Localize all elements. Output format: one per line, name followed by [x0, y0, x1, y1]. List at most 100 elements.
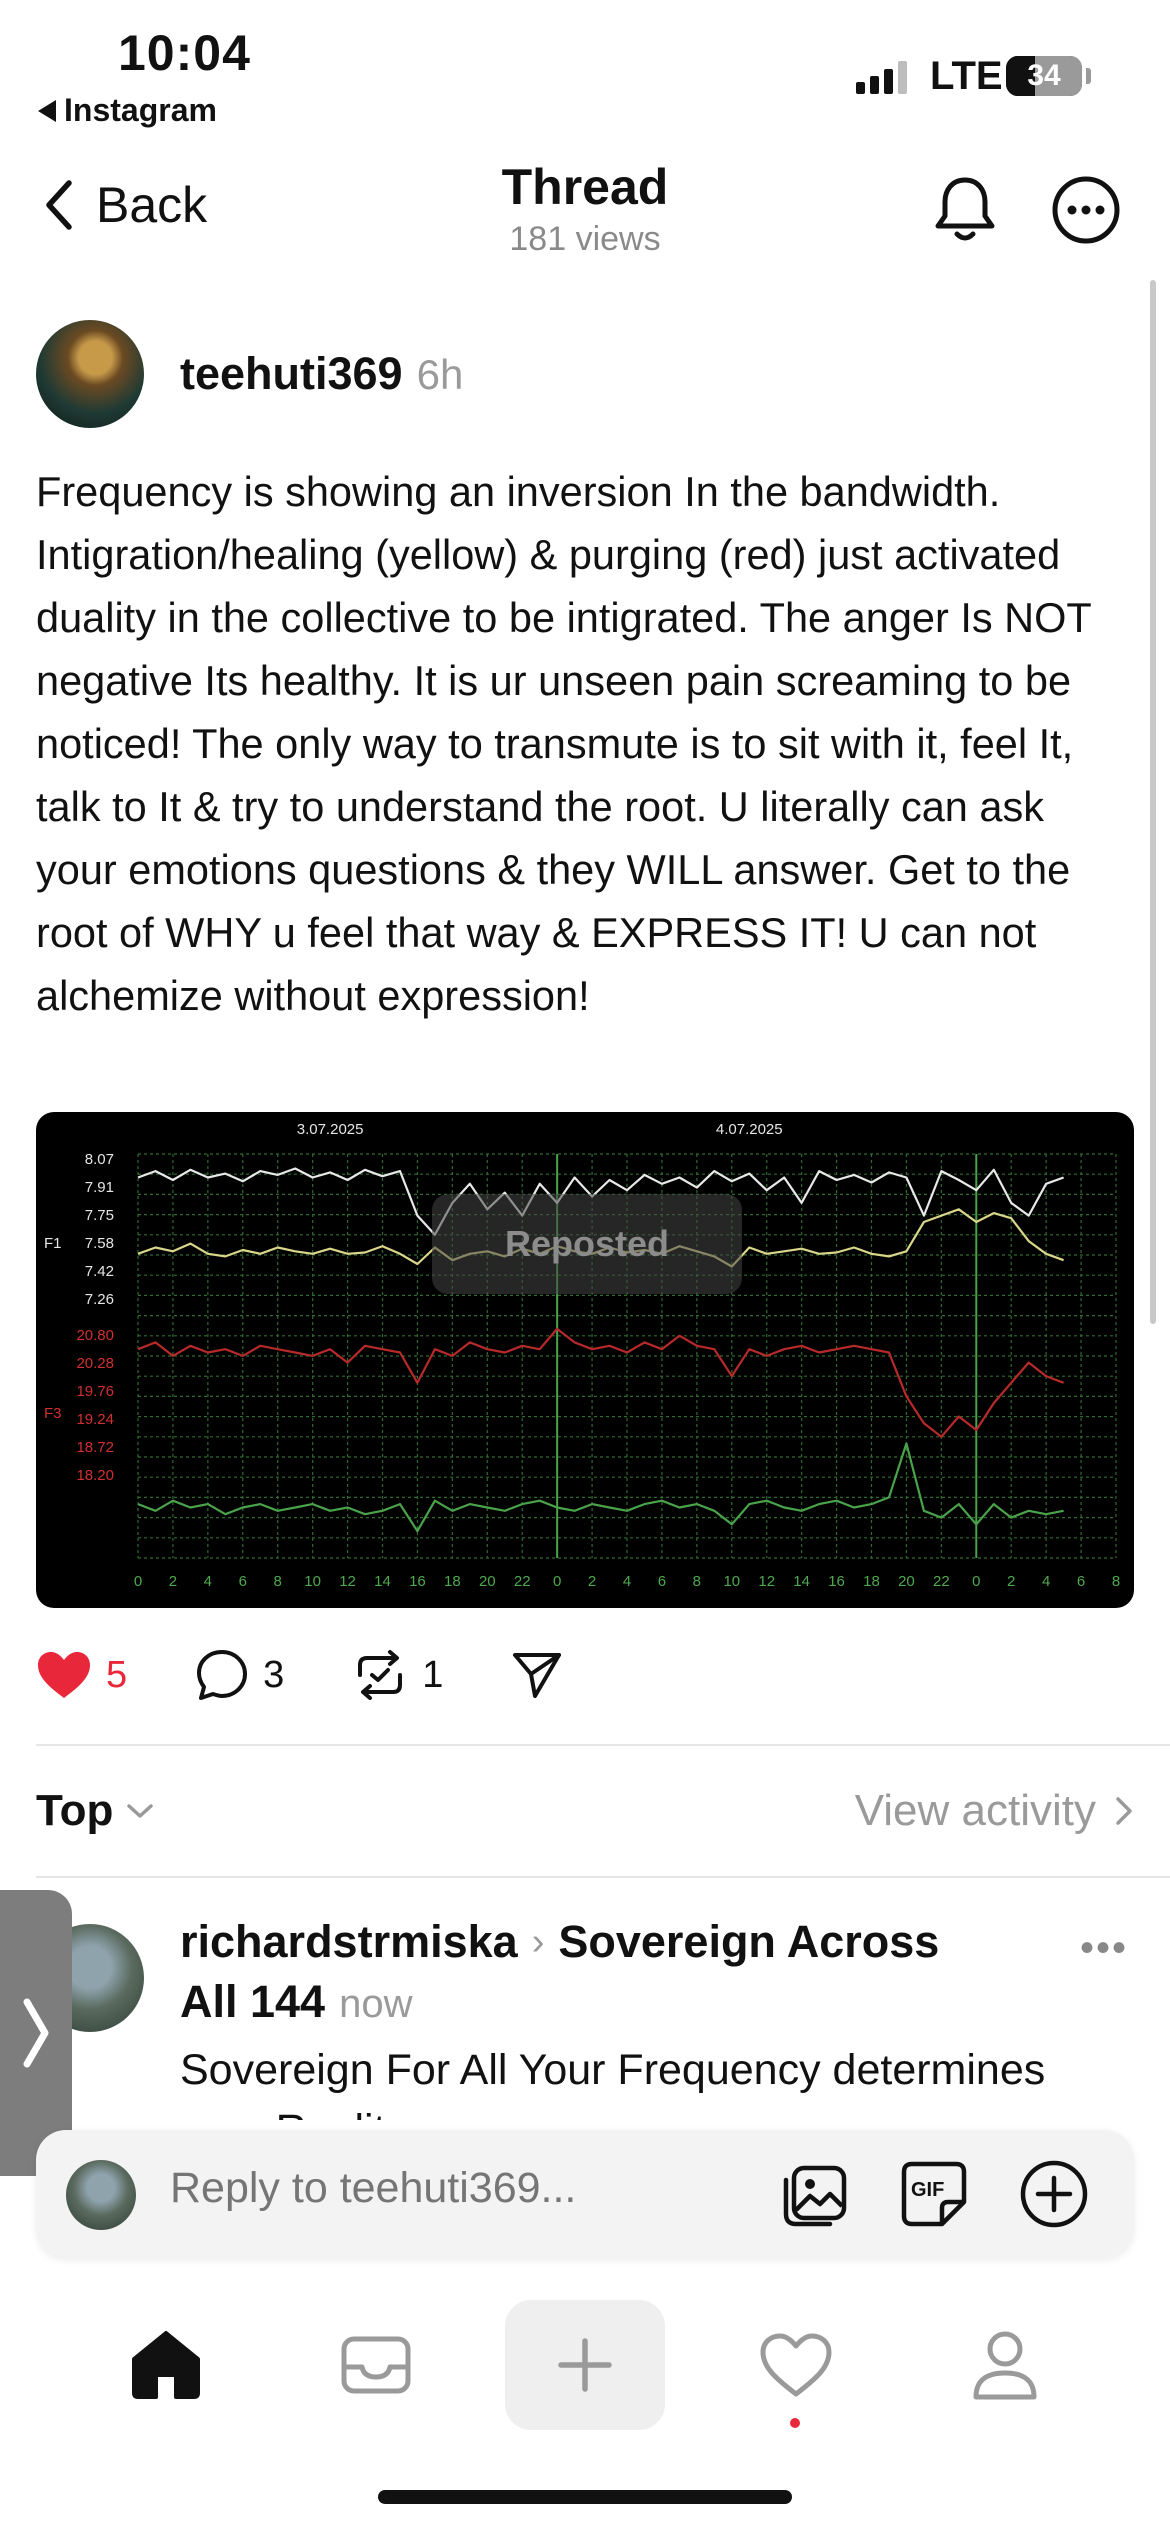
- x-tick-label: 14: [374, 1573, 391, 1590]
- y-tick-label: 19.76: [76, 1383, 114, 1400]
- y-tick-label: 7.42: [85, 1263, 114, 1280]
- post-time: 6h: [416, 351, 464, 398]
- x-tick-label: 18: [444, 1573, 461, 1590]
- x-tick-label: 2: [169, 1573, 177, 1590]
- x-tick-label: 20: [479, 1573, 496, 1590]
- tab-home[interactable]: [86, 2290, 246, 2440]
- notifications-button[interactable]: [930, 174, 1000, 251]
- more-attachments-button[interactable]: [1018, 2158, 1090, 2235]
- chevron-right-icon: ›: [531, 1920, 545, 1963]
- replies-sort-row: Top View activity: [36, 1776, 1134, 1846]
- add-gif-button[interactable]: GIF: [898, 2158, 970, 2235]
- heart-icon: [38, 1652, 90, 1698]
- x-tick-label: 10: [723, 1573, 740, 1590]
- reply-time: now: [339, 1982, 413, 2026]
- reply-community[interactable]: Sovereign Across: [558, 1916, 939, 1968]
- send-icon: [513, 1653, 562, 1698]
- repost-icon: [358, 1650, 403, 1700]
- tab-inbox[interactable]: [296, 2290, 456, 2440]
- activity-notification-dot: [790, 2418, 800, 2428]
- reply-username[interactable]: richardstrmiska: [180, 1916, 518, 1968]
- divider: [36, 1876, 1170, 1878]
- x-tick-label: 6: [1077, 1573, 1085, 1590]
- battery-level: 34: [1006, 56, 1082, 96]
- y-tick-label: 7.26: [85, 1291, 114, 1308]
- x-tick-label: 22: [933, 1573, 950, 1590]
- reply-input[interactable]: [170, 2164, 730, 2213]
- view-activity-link[interactable]: View activity: [855, 1786, 1134, 1836]
- chevron-right-icon: [1116, 1797, 1132, 1825]
- like-count: 5: [106, 1653, 128, 1696]
- repost-button[interactable]: 1: [352, 1649, 443, 1701]
- x-tick-label: 18: [863, 1573, 880, 1590]
- like-button[interactable]: 5: [36, 1650, 127, 1700]
- y-tick-label: 18.20: [76, 1467, 114, 1484]
- divider: [36, 1744, 1170, 1746]
- thread-header: Back Thread 181 views: [0, 150, 1170, 270]
- post-image-chart[interactable]: 0 2 4 6 8 10 12 14 16 18 20 22 0 2 4 6 8 10 12 14 16 18 20 22 0 2…: [36, 1112, 1134, 1608]
- comment-button[interactable]: 3: [195, 1648, 284, 1702]
- y-tick-label: 7.75: [85, 1207, 114, 1224]
- add-media-button[interactable]: [780, 2158, 852, 2235]
- back-app-label: Instagram: [64, 92, 217, 128]
- profile-icon: [973, 2331, 1037, 2400]
- x-tick-label: 8: [693, 1573, 701, 1590]
- post-text: Frequency is showing an inversion In the…: [36, 468, 1091, 1019]
- reply-text: Sovereign For All Your Frequency determi…: [180, 2046, 1046, 2120]
- heart-outline-icon: [760, 2333, 832, 2397]
- author-avatar[interactable]: [36, 320, 144, 428]
- battery-icon: 34: [1006, 56, 1082, 96]
- y-tick-label: 8.07: [85, 1151, 114, 1168]
- clock: 10:04: [118, 25, 251, 81]
- reply-composer: GIF: [36, 2130, 1134, 2258]
- reply-author-line: richardstrmiska › Sovereign Across: [180, 1916, 939, 1968]
- x-tick-label: 16: [409, 1573, 426, 1590]
- frequency-chart: 0 2 4 6 8 10 12 14 16 18 20 22 0 2 4 6 8 10 12 14 16 18 20 22 0 2…: [44, 1121, 1120, 1590]
- comment-icon: [197, 1650, 248, 1700]
- reply-community-cont[interactable]: All 144: [180, 1976, 325, 2028]
- x-tick-label: 12: [339, 1573, 356, 1590]
- my-avatar: [66, 2160, 136, 2230]
- reply-more-icon[interactable]: •••: [1080, 1926, 1128, 1971]
- network-type: LTE: [930, 54, 1003, 98]
- inbox-icon: [341, 2336, 411, 2394]
- tab-profile[interactable]: [925, 2290, 1085, 2440]
- more-options-button[interactable]: [1050, 174, 1122, 251]
- x-tick-label: 0: [553, 1573, 561, 1590]
- share-button[interactable]: [511, 1650, 563, 1700]
- more-circle-icon: [1052, 176, 1120, 244]
- author-username[interactable]: teehuti369: [180, 348, 403, 400]
- x-tick-label: 14: [793, 1573, 810, 1590]
- x-tick-label: 4: [1042, 1573, 1050, 1590]
- bottom-tab-bar: [0, 2290, 1170, 2440]
- post-actions: 5 3 1: [36, 1648, 631, 1702]
- sort-dropdown[interactable]: Top: [36, 1786, 155, 1836]
- series-line: [137, 1327, 1064, 1438]
- x-tick-label: 4: [623, 1573, 631, 1590]
- battery-tip: [1086, 68, 1091, 84]
- x-tick-label: 10: [304, 1573, 321, 1590]
- comment-count: 3: [263, 1653, 285, 1696]
- x-tick-label: 4: [204, 1573, 212, 1590]
- bell-icon: [935, 177, 995, 241]
- back-triangle-icon: [38, 99, 56, 122]
- y-tick-label: 20.28: [76, 1355, 114, 1372]
- date-label: 3.07.2025: [297, 1121, 364, 1138]
- back-to-app-link[interactable]: Instagram: [38, 92, 217, 129]
- plus-icon: [558, 2338, 612, 2392]
- gif-icon: GIF: [901, 2161, 967, 2227]
- x-tick-label: 8: [274, 1573, 282, 1590]
- y-tick-label: 7.91: [85, 1179, 114, 1196]
- repost-count: 1: [422, 1653, 444, 1696]
- date-label: 4.07.2025: [716, 1121, 783, 1138]
- y-tick-label: 18.72: [76, 1439, 114, 1456]
- panel-label: F3: [44, 1405, 62, 1422]
- x-tick-label: 8: [1112, 1573, 1120, 1590]
- plus-circle-icon: [1020, 2160, 1088, 2228]
- x-tick-label: 2: [588, 1573, 596, 1590]
- y-tick-label: 20.80: [76, 1327, 114, 1344]
- post-author[interactable]: teehuti369 6h: [180, 348, 463, 400]
- svg-text:GIF: GIF: [911, 2179, 944, 2201]
- tab-create[interactable]: [505, 2300, 665, 2430]
- scrollbar[interactable]: [1150, 280, 1156, 1324]
